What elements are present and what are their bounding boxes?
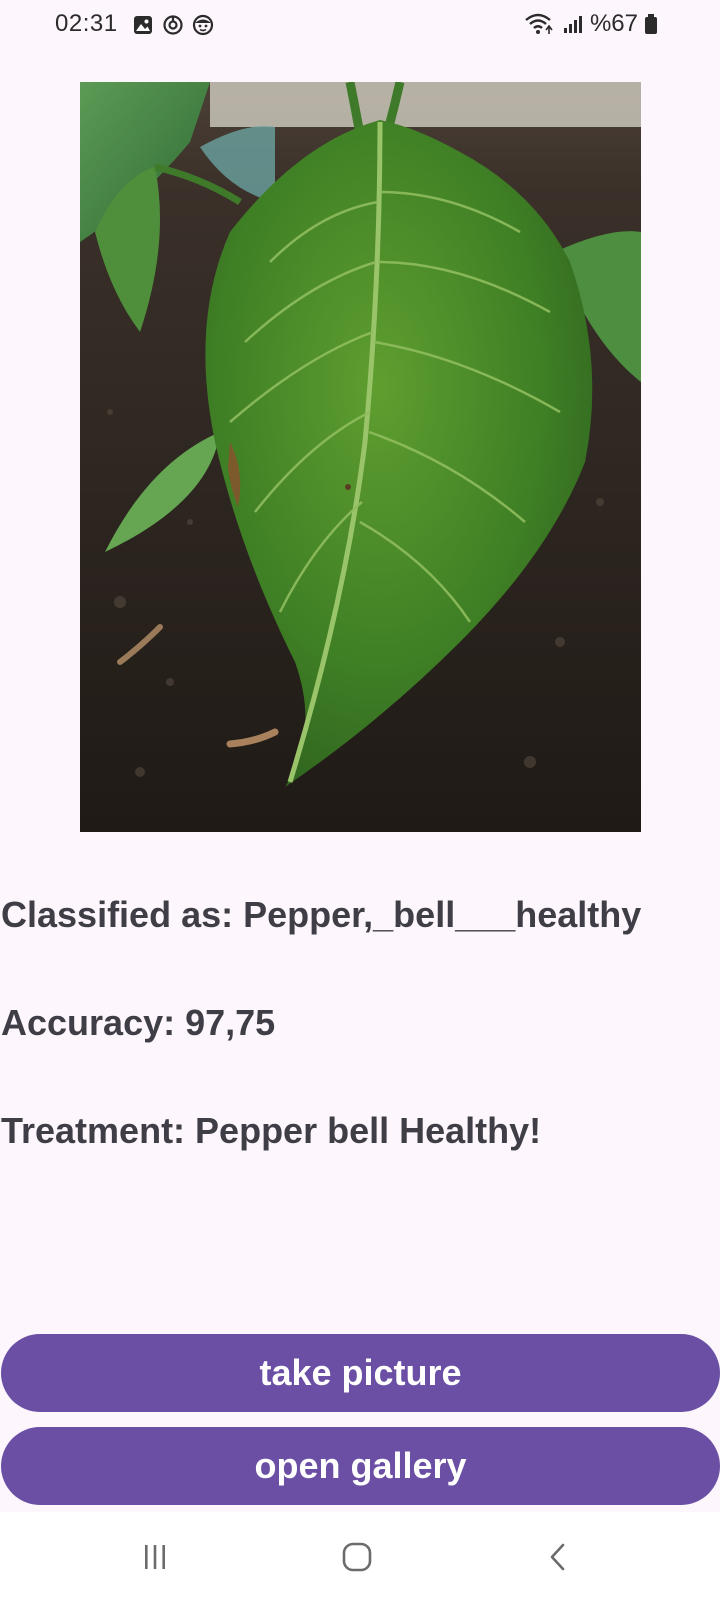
back-icon[interactable]	[534, 1534, 584, 1580]
accuracy-result: Accuracy: 97,75	[1, 1002, 276, 1043]
battery-icon	[644, 12, 658, 36]
plant-leaf-image	[80, 82, 641, 832]
signal-icon	[562, 13, 584, 35]
classification-result: Classified as: Pepper,_bell___healthy	[1, 894, 642, 935]
sync-icon	[162, 14, 184, 36]
system-navigation-bar	[0, 1512, 720, 1600]
recents-icon[interactable]	[130, 1534, 180, 1580]
status-bar: 02:31 %67	[0, 0, 720, 52]
battery-level: %67	[589, 10, 638, 37]
take-picture-button[interactable]: take picture	[1, 1334, 720, 1412]
status-system-icons: %67	[524, 10, 658, 38]
status-notification-icons	[132, 14, 214, 36]
home-icon[interactable]	[332, 1534, 382, 1580]
treatment-result: Treatment: Pepper bell Healthy!	[1, 1110, 542, 1151]
status-time: 02:31	[55, 10, 118, 37]
wifi-icon	[524, 12, 556, 36]
face-icon	[192, 14, 214, 36]
gallery-icon	[132, 14, 154, 36]
open-gallery-button[interactable]: open gallery	[1, 1427, 720, 1505]
